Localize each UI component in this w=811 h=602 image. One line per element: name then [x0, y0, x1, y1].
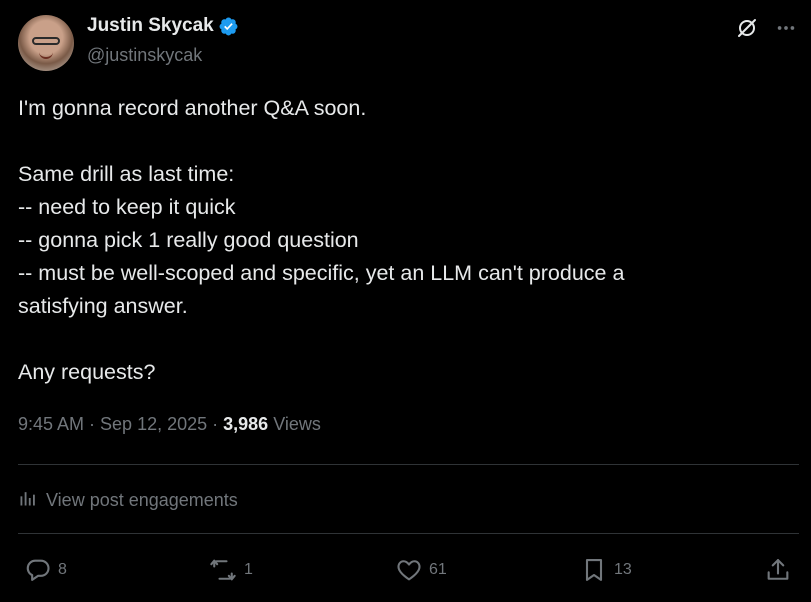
- reply-icon: [24, 556, 52, 584]
- top-actions: [735, 16, 797, 40]
- like-icon: [395, 556, 423, 584]
- views-count: 3,986: [223, 414, 269, 434]
- name-row: Justin Skycak: [87, 15, 239, 37]
- reply-button[interactable]: 8: [24, 556, 67, 584]
- post-line: Any requests?: [18, 360, 156, 384]
- share-icon: [764, 556, 792, 584]
- action-bar: 8 1 61 13: [0, 552, 811, 588]
- divider: [18, 464, 799, 465]
- avatar[interactable]: [18, 15, 74, 71]
- post-line: Same drill as last time:: [18, 162, 235, 186]
- display-name[interactable]: Justin Skycak: [87, 15, 214, 37]
- analytics-icon: [18, 488, 38, 513]
- post-line: -- need to keep it quick: [18, 195, 236, 219]
- bookmark-button[interactable]: 13: [580, 556, 632, 584]
- avatar-glasses: [32, 37, 60, 45]
- bookmark-icon: [580, 556, 608, 584]
- post-meta: 9:45 AM · Sep 12, 2025 · 3,986 Views: [18, 414, 321, 435]
- like-count: 61: [429, 561, 447, 578]
- repost-icon: [208, 556, 238, 584]
- like-button[interactable]: 61: [395, 556, 447, 584]
- bookmark-count: 13: [614, 561, 632, 578]
- timestamp[interactable]: 9:45 AM · Sep 12, 2025 ·: [18, 414, 223, 434]
- handle[interactable]: @justinskycak: [87, 45, 202, 66]
- repost-button[interactable]: 1: [208, 556, 253, 584]
- share-button[interactable]: [764, 556, 792, 584]
- verified-badge-icon[interactable]: [218, 16, 239, 37]
- grok-icon[interactable]: [735, 16, 759, 40]
- views-label: Views: [268, 414, 321, 434]
- repost-count: 1: [244, 561, 253, 578]
- reply-count: 8: [58, 561, 67, 578]
- post-text: I'm gonna record another Q&A soon. Same …: [18, 92, 788, 389]
- view-engagements-link[interactable]: View post engagements: [18, 488, 238, 513]
- post-line: -- gonna pick 1 really good question: [18, 228, 359, 252]
- post-line: -- must be well-scoped and specific, yet…: [18, 261, 625, 285]
- more-icon[interactable]: [775, 17, 797, 39]
- post-line: I'm gonna record another Q&A soon.: [18, 96, 367, 120]
- view-engagements-label: View post engagements: [46, 490, 238, 510]
- avatar-mouth: [39, 52, 53, 59]
- post-line: satisfying answer.: [18, 294, 188, 318]
- divider: [18, 533, 799, 534]
